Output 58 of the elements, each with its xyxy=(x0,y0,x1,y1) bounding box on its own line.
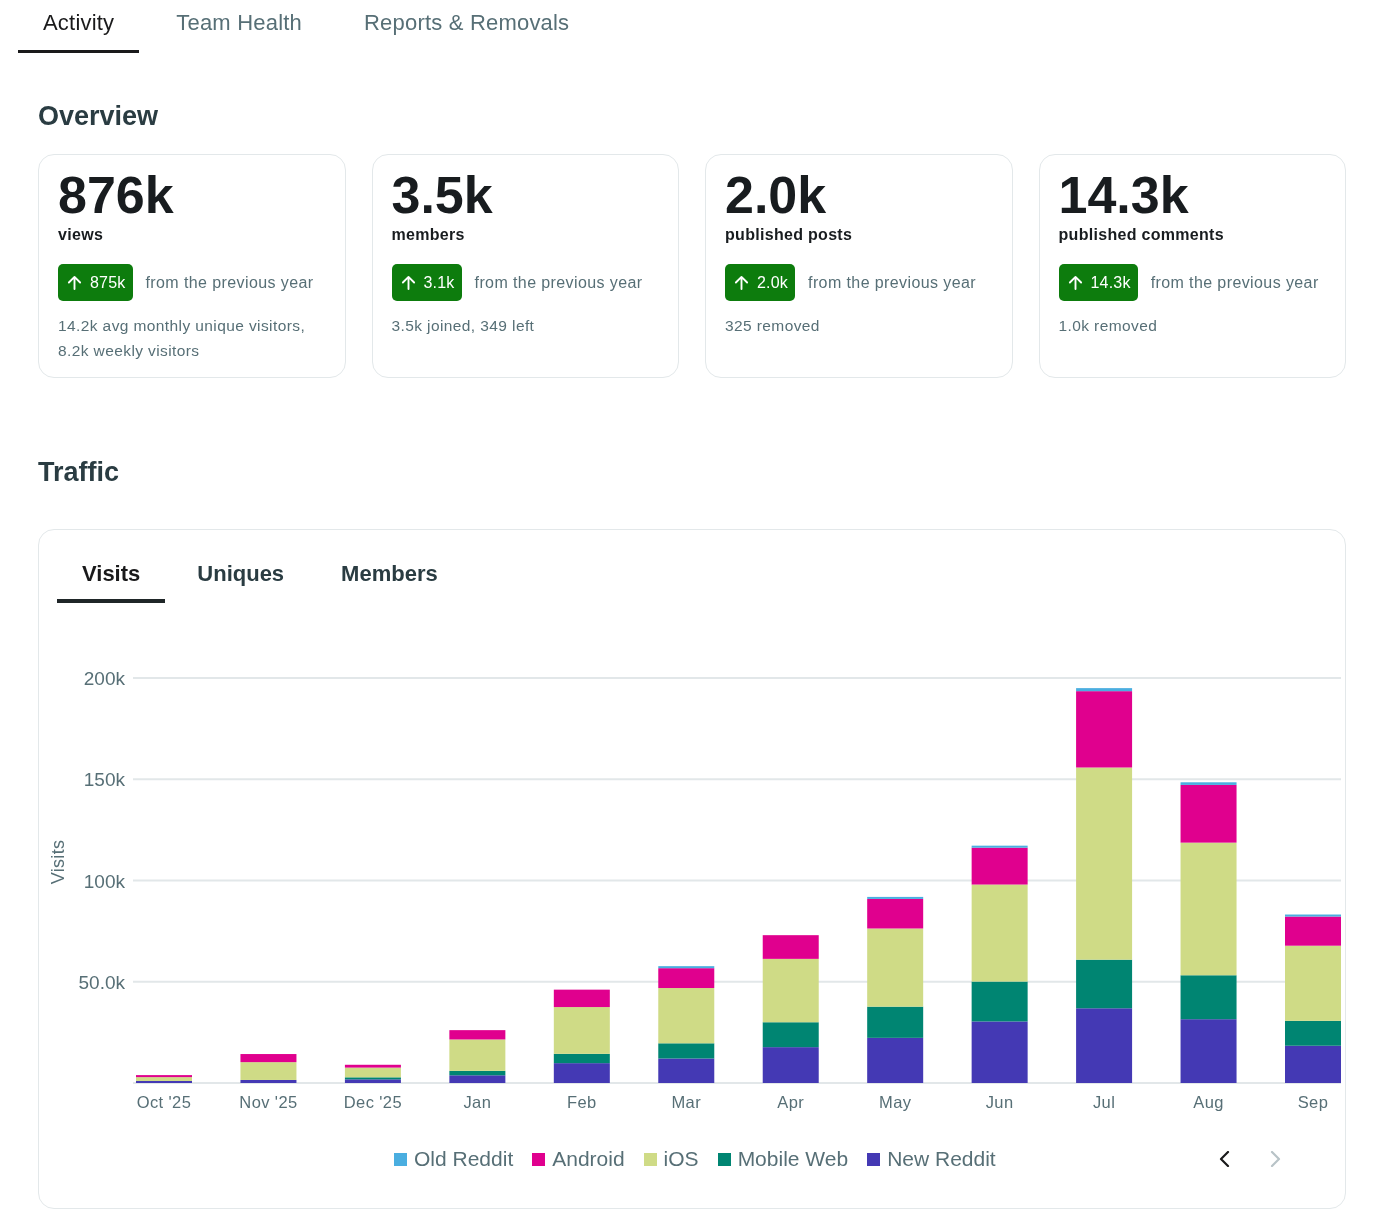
x-axis-label: Feb xyxy=(567,1093,597,1111)
axis-title: Visits xyxy=(48,839,68,885)
stat-label: members xyxy=(391,225,466,245)
change-note: from the previous year xyxy=(808,272,977,293)
stat-label: published comments xyxy=(1058,225,1225,245)
stat-label: published posts xyxy=(725,225,854,245)
stat-value: 14.3k xyxy=(1058,169,1190,221)
change-note: from the previous year xyxy=(1150,272,1319,293)
stat-value: 876k xyxy=(58,169,175,221)
x-axis-label: Jun xyxy=(985,1093,1014,1111)
arrow-up-icon xyxy=(734,275,749,290)
x-axis-label: May xyxy=(879,1093,912,1111)
change-value: 3.1k xyxy=(423,272,455,293)
legend-label: Mobile Web xyxy=(737,1146,849,1172)
legend-label: New Reddit xyxy=(887,1146,996,1172)
arrow-up-icon xyxy=(1067,275,1083,290)
x-axis-label: Jan xyxy=(463,1093,492,1111)
x-axis-label: Sep xyxy=(1297,1093,1329,1111)
x-axis-label: Aug xyxy=(1193,1093,1224,1111)
tab[interactable]: Team Health xyxy=(151,0,327,53)
bar-segment xyxy=(762,1047,819,1083)
y-axis-label: 200k xyxy=(83,668,125,689)
stat-value: 3.5k xyxy=(391,169,494,221)
x-axis-label: Dec '25 xyxy=(343,1093,403,1111)
change-note: from the previous year xyxy=(474,272,643,293)
arrow-up-icon xyxy=(400,275,416,290)
x-axis-label: Mar xyxy=(671,1093,702,1111)
chart-tab[interactable]: Visits xyxy=(57,530,166,603)
chart-tab[interactable]: Members xyxy=(316,530,463,603)
x-axis-label: Apr xyxy=(777,1093,805,1111)
stat-value: 2.0k xyxy=(725,169,828,221)
section-heading: Traffic xyxy=(38,456,121,488)
x-axis-label: Jul xyxy=(1092,1093,1116,1111)
stat-label: views xyxy=(58,225,105,245)
stat-detail: 1.0k removed xyxy=(1058,316,1159,336)
y-axis-label: 150k xyxy=(83,769,125,791)
chevron-left-icon xyxy=(1219,1151,1230,1167)
x-axis-label: Nov '25 xyxy=(239,1093,298,1111)
change-value: 14.3k xyxy=(1090,272,1131,293)
tab[interactable]: Activity xyxy=(18,0,140,53)
stat-detail: 325 removed xyxy=(725,316,821,336)
x-axis-label: Oct '25 xyxy=(136,1093,192,1111)
tab[interactable]: Reports & Removals xyxy=(339,0,595,53)
y-axis-label: 100k xyxy=(83,870,125,892)
legend-label: Android xyxy=(552,1146,625,1172)
bar-segment xyxy=(1180,1019,1237,1083)
arrow-up-icon xyxy=(67,275,82,290)
change-value: 875k xyxy=(90,272,126,293)
legend-label: iOS xyxy=(663,1146,699,1172)
legend-label: Old Reddit xyxy=(414,1146,514,1172)
change-note: from the previous year xyxy=(145,272,314,293)
stat-detail: 14.2k avg monthly unique visitors, 8.2k weekly visitors xyxy=(58,316,307,361)
stat-detail: 3.5k joined, 349 left xyxy=(391,316,536,336)
y-axis-label: 50.0k xyxy=(78,971,125,993)
section-heading: Overview xyxy=(38,100,160,132)
chevron-right-icon xyxy=(1270,1151,1281,1167)
change-value: 2.0k xyxy=(757,272,789,293)
chart-tab[interactable]: Uniques xyxy=(172,530,310,603)
